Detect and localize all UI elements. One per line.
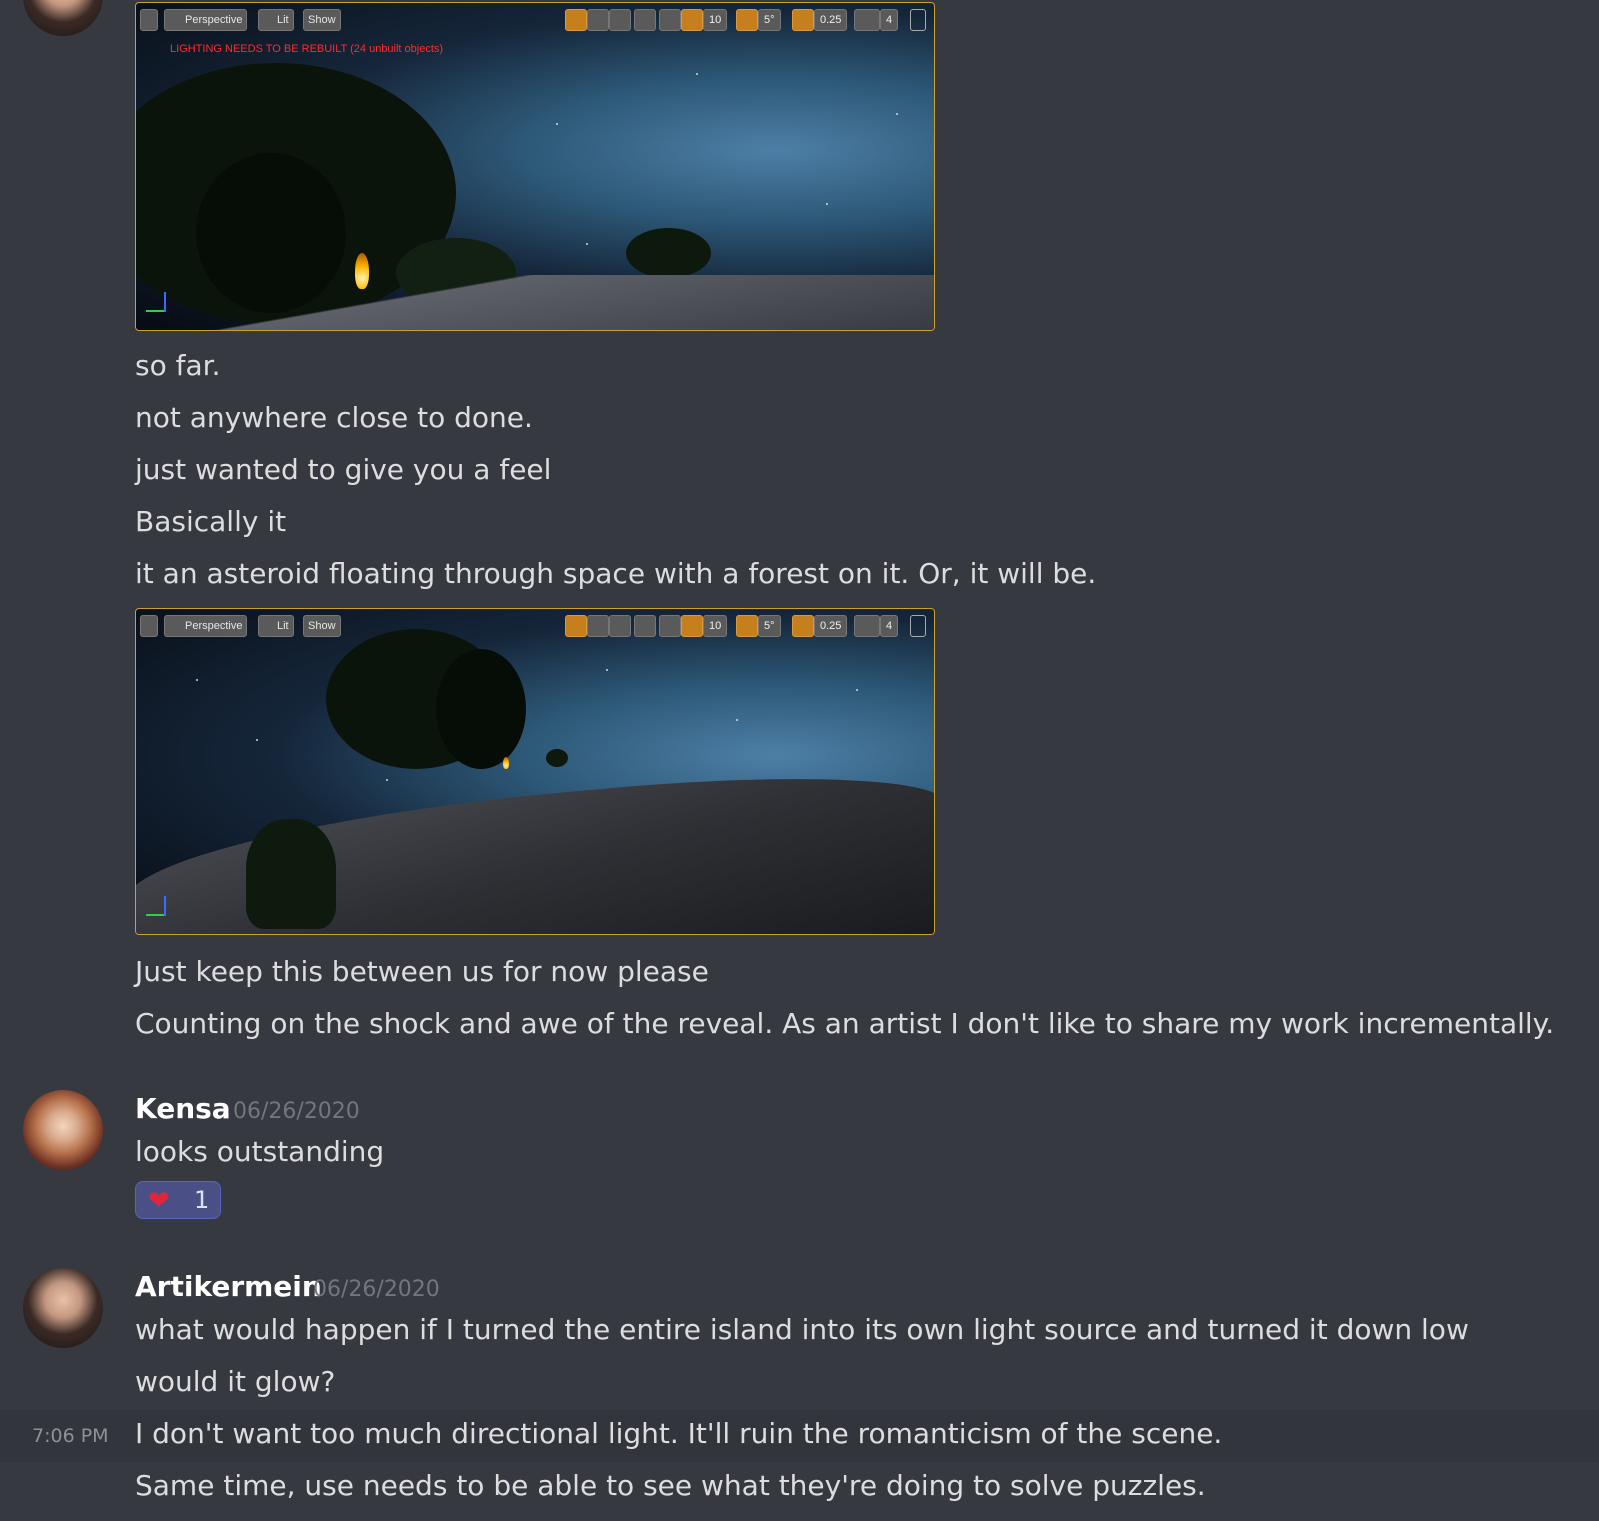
grid-snap-value[interactable]: 10 bbox=[703, 615, 728, 637]
show-button[interactable]: Show bbox=[303, 615, 341, 637]
rotate-icon[interactable] bbox=[587, 9, 609, 31]
rotation-snap-icon[interactable] bbox=[736, 615, 758, 637]
avatar-artikermein-top[interactable] bbox=[23, 0, 103, 36]
viewport-screenshot-2[interactable]: Perspective Lit Show 10 5° 0.25 4 bbox=[135, 608, 935, 935]
rotate-icon[interactable] bbox=[587, 615, 609, 637]
lit-button[interactable]: Lit bbox=[258, 9, 294, 31]
viewport-menu-icon[interactable] bbox=[140, 615, 158, 637]
message-line: looks outstanding bbox=[135, 1135, 385, 1168]
grid-snap-icon[interactable] bbox=[681, 615, 703, 637]
message-line: would it glow? bbox=[135, 1365, 336, 1398]
grid-snap-value[interactable]: 10 bbox=[703, 9, 728, 31]
hover-timestamp: 7:06 PM bbox=[32, 1425, 109, 1447]
viewport-toolbar: Perspective Lit Show 10 5° 0.25 4 bbox=[140, 9, 928, 31]
scale-snap-icon[interactable] bbox=[792, 9, 814, 31]
message-date: 06/26/2020 bbox=[313, 1277, 440, 1302]
viewport-menu-icon[interactable] bbox=[140, 9, 158, 31]
message-line: so far. bbox=[135, 349, 221, 382]
username-kensa[interactable]: Kensa bbox=[135, 1091, 231, 1127]
show-button[interactable]: Show bbox=[303, 9, 341, 31]
avatar-kensa[interactable] bbox=[23, 1090, 103, 1170]
translate-icon[interactable] bbox=[565, 9, 587, 31]
message-line: what would happen if I turned the entire… bbox=[135, 1313, 1469, 1346]
axis-gizmo-icon bbox=[142, 894, 172, 924]
message-line: Same time, use needs to be able to see w… bbox=[135, 1469, 1206, 1502]
scale-snap-value[interactable]: 0.25 bbox=[814, 9, 848, 31]
scale-snap-icon[interactable] bbox=[792, 615, 814, 637]
camera-speed-value[interactable]: 4 bbox=[880, 9, 899, 31]
perspective-button[interactable]: Perspective bbox=[164, 615, 248, 637]
camera-speed-value[interactable]: 4 bbox=[880, 615, 899, 637]
message-line: I don't want too much directional light.… bbox=[135, 1417, 1223, 1450]
world-space-icon[interactable] bbox=[634, 615, 656, 637]
heart-icon: ❤ bbox=[148, 1186, 170, 1216]
scale-icon[interactable] bbox=[609, 9, 631, 31]
avatar-artikermein[interactable] bbox=[23, 1268, 103, 1348]
message-date: 06/26/2020 bbox=[233, 1099, 360, 1124]
rotation-snap-value[interactable]: 5° bbox=[758, 615, 781, 637]
message-line: it an asteroid floating through space wi… bbox=[135, 557, 1097, 590]
reaction-count: 1 bbox=[194, 1186, 210, 1214]
world-space-icon[interactable] bbox=[634, 9, 656, 31]
perspective-button[interactable]: Perspective bbox=[164, 9, 248, 31]
axis-gizmo-icon bbox=[142, 290, 172, 320]
message-line: just wanted to give you a feel bbox=[135, 453, 552, 486]
maximize-viewport-icon[interactable] bbox=[910, 615, 926, 637]
heart-reaction[interactable]: ❤ 1 bbox=[135, 1181, 221, 1219]
grid-snap-icon[interactable] bbox=[681, 9, 703, 31]
maximize-viewport-icon[interactable] bbox=[910, 9, 926, 31]
scale-snap-value[interactable]: 0.25 bbox=[814, 615, 848, 637]
surface-snap-icon[interactable] bbox=[659, 9, 681, 31]
camera-speed-icon[interactable] bbox=[854, 615, 880, 637]
lit-button[interactable]: Lit bbox=[258, 615, 294, 637]
message-line: Counting on the shock and awe of the rev… bbox=[135, 1007, 1555, 1040]
viewport-screenshot-1[interactable]: Perspective Lit Show 10 5° 0.25 4 LIGHTI… bbox=[135, 2, 935, 331]
viewport-toolbar: Perspective Lit Show 10 5° 0.25 4 bbox=[140, 615, 928, 637]
rotation-snap-value[interactable]: 5° bbox=[758, 9, 781, 31]
message-line: not anywhere close to done. bbox=[135, 401, 533, 434]
username-artikermein[interactable]: Artikermein bbox=[135, 1269, 322, 1305]
message-line: Just keep this between us for now please bbox=[135, 955, 709, 988]
message-line: Basically it bbox=[135, 505, 287, 538]
scale-icon[interactable] bbox=[609, 615, 631, 637]
lighting-warning: LIGHTING NEEDS TO BE REBUILT (24 unbuilt… bbox=[170, 43, 444, 55]
camera-speed-icon[interactable] bbox=[854, 9, 880, 31]
translate-icon[interactable] bbox=[565, 615, 587, 637]
surface-snap-icon[interactable] bbox=[659, 615, 681, 637]
rotation-snap-icon[interactable] bbox=[736, 9, 758, 31]
